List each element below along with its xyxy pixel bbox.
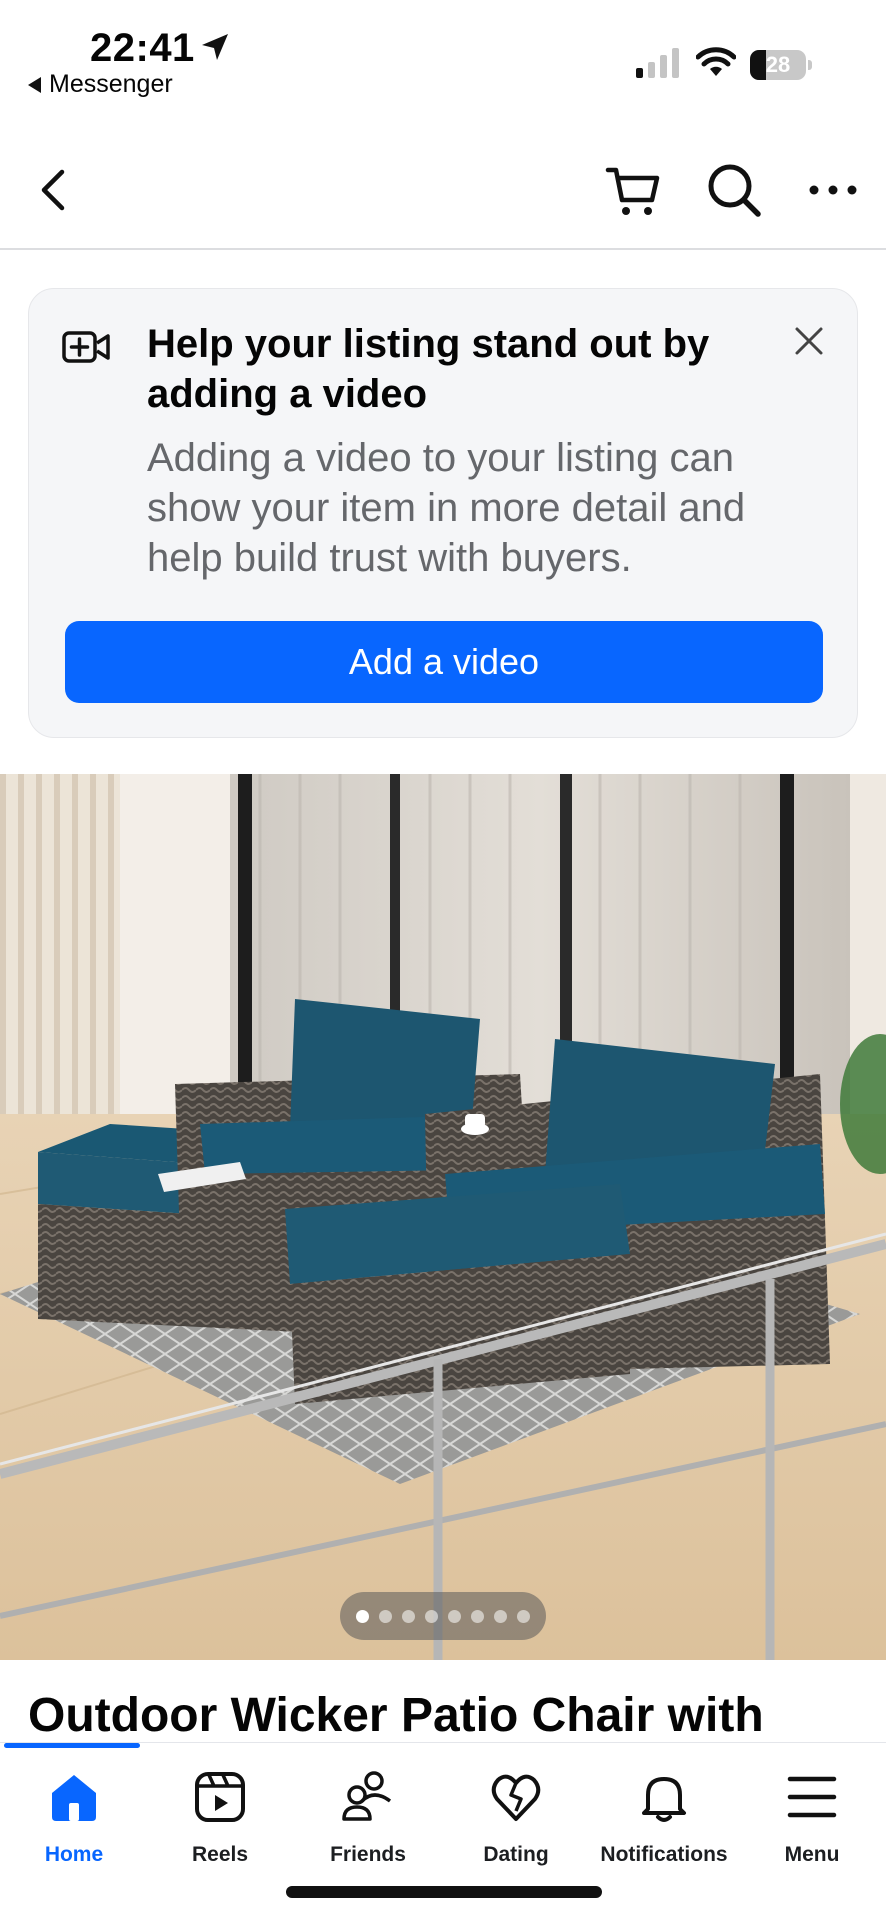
tab-dating[interactable]: Dating — [442, 1769, 590, 1879]
cellular-signal-icon — [636, 48, 679, 78]
tab-notifications[interactable]: Notifications — [590, 1769, 738, 1879]
tab-home[interactable]: Home — [0, 1769, 148, 1879]
tab-label-notifications: Notifications — [600, 1843, 728, 1866]
photo-dot — [402, 1609, 415, 1623]
promo-title: Help your listing stand out by adding a … — [147, 322, 710, 416]
add-video-button[interactable]: Add a video — [65, 621, 823, 703]
tab-label-home: Home — [44, 1843, 104, 1866]
listing-title: Outdoor Wicker Patio Chair with — [28, 1689, 764, 1742]
reels-icon — [195, 1772, 245, 1822]
home-icon — [52, 1775, 96, 1821]
close-icon[interactable] — [791, 323, 827, 359]
tab-label-friends: Friends — [330, 1843, 406, 1866]
cart-icon[interactable] — [604, 162, 662, 220]
back-to-app-link[interactable]: Messenger — [28, 70, 173, 99]
back-app-label: Messenger — [49, 70, 173, 98]
battery-icon: 28 — [750, 50, 812, 80]
photo-dot — [425, 1609, 438, 1623]
tab-reels[interactable]: Reels — [146, 1769, 294, 1879]
photo-dot — [517, 1609, 530, 1623]
tab-menu[interactable]: Menu — [738, 1769, 886, 1879]
active-tab-indicator — [4, 1743, 140, 1748]
menu-icon — [787, 1776, 837, 1818]
status-time: 22:41 — [90, 26, 195, 70]
photo-dot — [471, 1609, 484, 1623]
listing-photo — [0, 774, 886, 1660]
photo-dot — [448, 1609, 461, 1623]
photo-page-indicator — [340, 1592, 546, 1640]
tab-friends[interactable]: Friends — [294, 1769, 442, 1879]
dating-icon — [491, 1774, 541, 1821]
tab-label-reels: Reels — [191, 1843, 249, 1866]
battery-level: 28 — [765, 52, 791, 77]
tab-label-menu: Menu — [784, 1843, 840, 1866]
photo-dot — [379, 1609, 392, 1623]
add-video-promo-card: Help your listing stand out by adding a … — [28, 288, 858, 738]
tab-label-dating: Dating — [483, 1843, 549, 1866]
friends-icon — [342, 1771, 392, 1821]
status-bar: 22:41 Messenger 28 — [0, 0, 886, 110]
home-indicator[interactable] — [286, 1886, 602, 1898]
marketplace-listing-page: 22:41 Messenger 28 Help your listing sta… — [0, 0, 886, 1920]
wifi-icon — [696, 47, 736, 76]
photo-dot — [494, 1609, 507, 1623]
back-chevron-icon[interactable] — [30, 160, 80, 220]
listing-photo-carousel[interactable] — [0, 774, 886, 1660]
video-add-icon — [62, 331, 110, 363]
photo-dot — [356, 1609, 369, 1623]
back-triangle-icon — [28, 76, 41, 93]
more-icon[interactable] — [806, 170, 860, 210]
bell-icon — [642, 1777, 686, 1822]
location-arrow-icon — [202, 34, 228, 60]
top-navigation — [0, 130, 886, 250]
search-icon[interactable] — [704, 160, 764, 220]
promo-description: Adding a video to your listing can show … — [147, 436, 746, 580]
